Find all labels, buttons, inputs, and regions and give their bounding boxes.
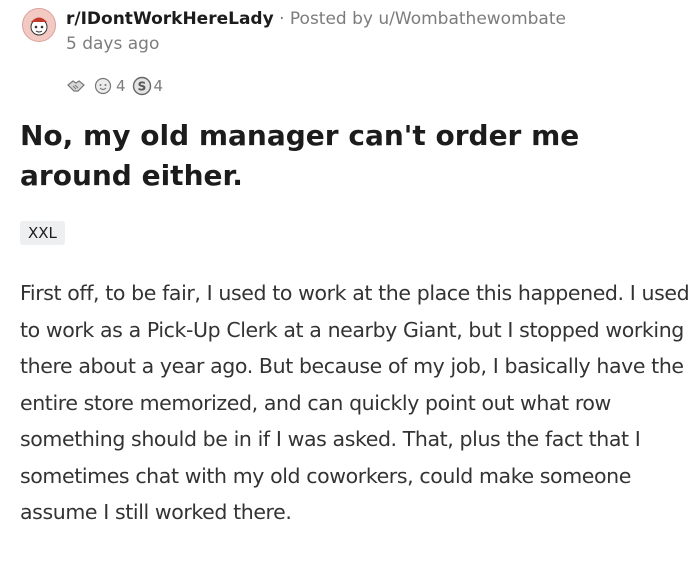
posted-by-label: Posted by <box>289 9 373 29</box>
post-flair[interactable]: XXL <box>20 221 65 245</box>
award-count: 4 <box>153 77 164 95</box>
award-silver[interactable]: S 4 <box>132 76 164 96</box>
subreddit-avatar[interactable] <box>22 8 56 42</box>
author-link[interactable]: u/Wombathewombate <box>378 9 566 29</box>
post-title[interactable]: No, my old manager can't order me around… <box>20 116 700 196</box>
wholesome-award-icon <box>94 77 112 95</box>
silver-award-icon: S <box>132 76 151 96</box>
handshake-award-icon <box>67 80 85 92</box>
meta-separator: · <box>279 9 285 29</box>
award-wholesome[interactable]: 4 <box>92 77 126 95</box>
award-count: 4 <box>116 77 126 95</box>
post-body: First off, to be fair, I used to work at… <box>20 281 690 524</box>
awards-row: 4 S 4 <box>66 76 169 96</box>
post-timestamp[interactable]: 5 days ago <box>66 33 566 55</box>
svg-text:S: S <box>137 80 146 94</box>
subreddit-icon <box>30 17 48 36</box>
subreddit-name[interactable]: r/IDontWorkHereLady <box>66 9 274 29</box>
award-handshake[interactable] <box>66 77 86 95</box>
post-header: r/IDontWorkHereLady · Posted by u/Wombat… <box>22 8 566 55</box>
